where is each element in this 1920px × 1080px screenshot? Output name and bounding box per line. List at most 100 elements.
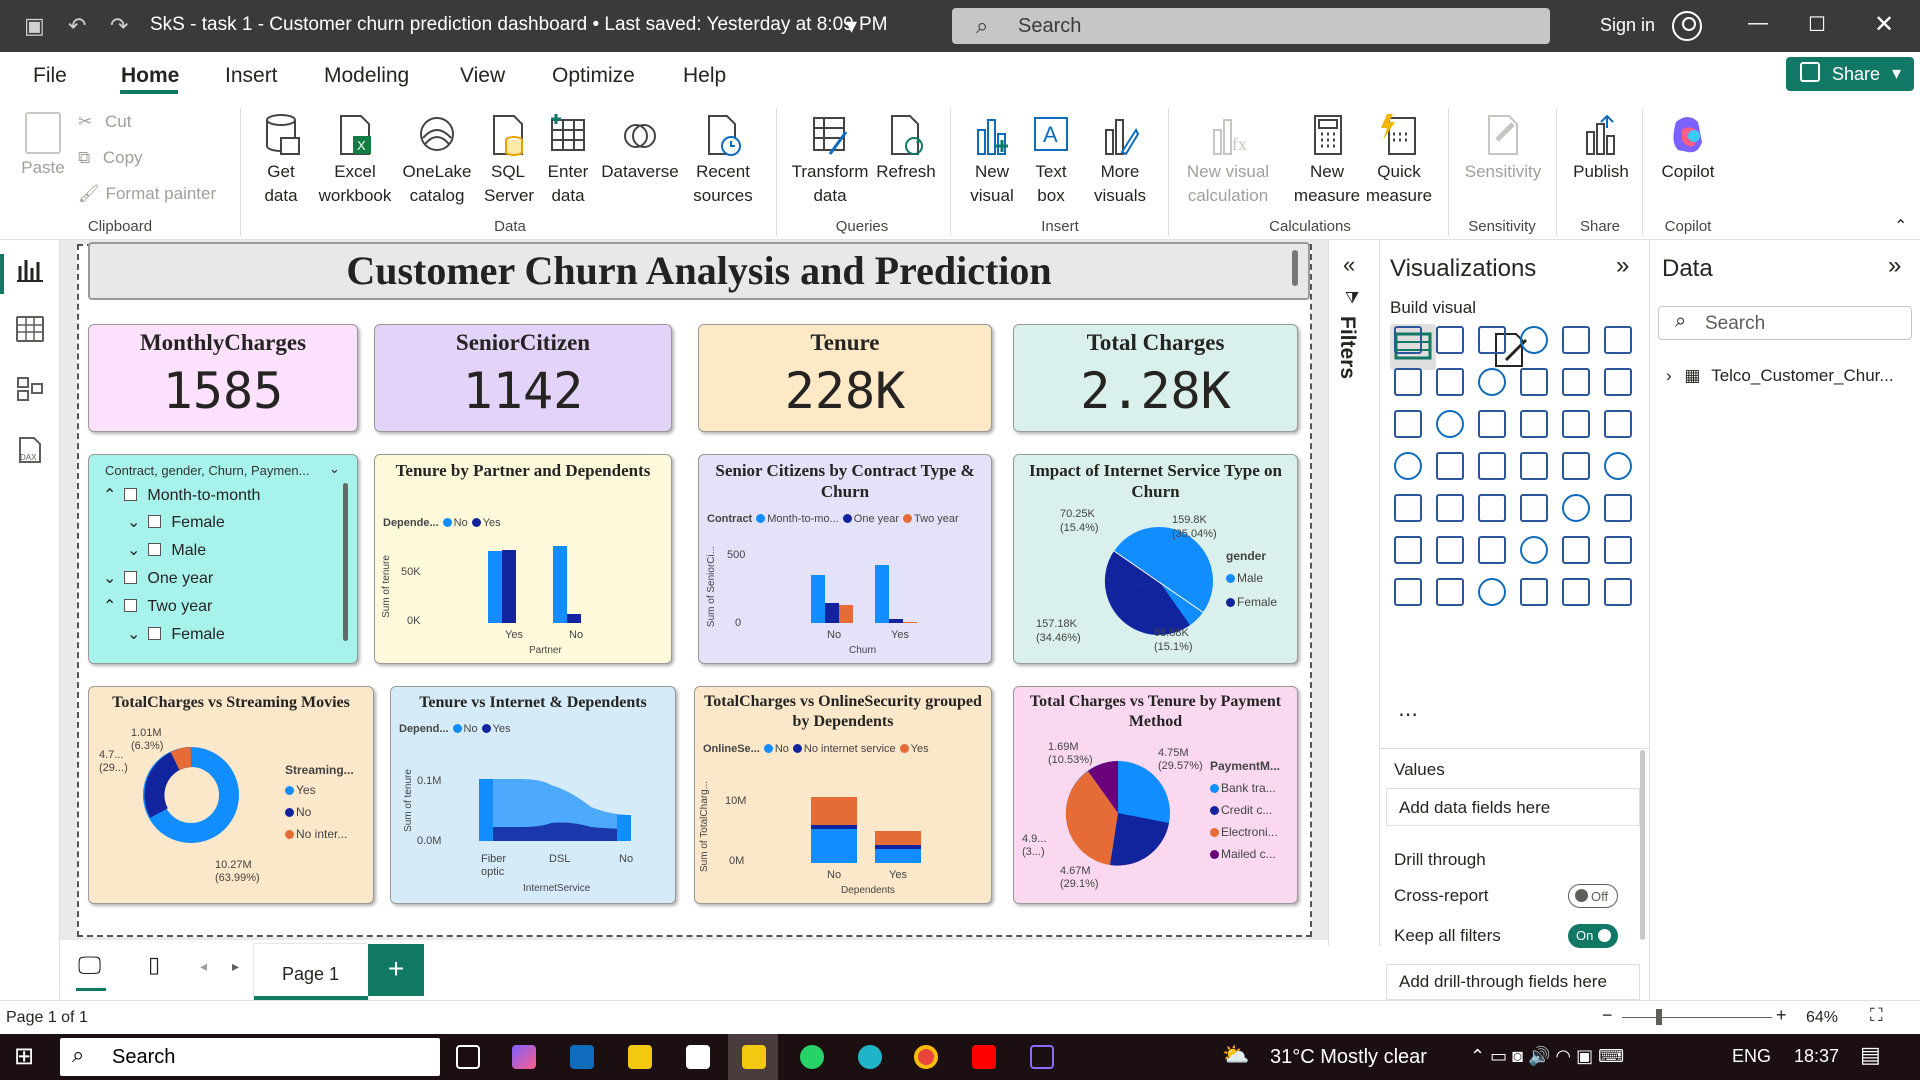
language-indicator[interactable]: ENG [1732,1046,1771,1067]
visual-type-icon[interactable] [1394,578,1422,606]
bar-yes-yes[interactable] [502,550,516,623]
visual-type-icon[interactable] [1562,494,1590,522]
sign-in-link[interactable]: Sign in [1600,15,1655,36]
system-tray-icons[interactable]: ⌃ ▭ ◙ 🔊 ◠ ▣ ⌨ [1470,1046,1624,1067]
slicer-item[interactable]: ⌄ One year [103,568,213,588]
title-scrollbar[interactable] [1292,250,1298,286]
visual-type-icon[interactable] [1520,368,1548,396]
bar-no-no[interactable] [811,829,857,863]
copilot-button[interactable]: Copilot [1652,112,1724,184]
visual-type-icon[interactable] [1604,494,1632,522]
tab-page-1[interactable]: Page 1 [254,944,368,1000]
slicer-item[interactable]: ⌄ Female [127,512,225,532]
weather-text[interactable]: 31°C Mostly clear [1270,1046,1427,1069]
visual-type-icon[interactable] [1562,578,1590,606]
publish-button[interactable]: Publish [1568,112,1634,184]
avatar-icon[interactable] [1672,11,1702,41]
zoom-in-icon[interactable]: + [1776,1005,1787,1026]
visual-type-icon[interactable] [1478,494,1506,522]
visual-type-icon[interactable] [1562,368,1590,396]
bar-yes-mtm[interactable] [875,565,889,623]
table-view-icon[interactable] [16,316,44,342]
notifications-icon[interactable]: ▤ [1860,1042,1881,1068]
store-icon[interactable] [570,1045,594,1069]
app-icon[interactable] [1030,1045,1054,1069]
visual-type-icon[interactable] [1436,536,1464,564]
power-bi-icon[interactable] [742,1045,766,1069]
visual-type-icon[interactable] [1520,452,1548,480]
visual-type-icon[interactable] [1394,494,1422,522]
visual-type-icon[interactable] [1562,326,1590,354]
sensitivity-button[interactable]: Sensitivity [1458,112,1548,184]
maximize-icon[interactable]: ☐ [1808,12,1826,37]
visual-type-icon[interactable] [1520,494,1548,522]
visual-type-icon[interactable] [1436,368,1464,396]
visual-type-icon[interactable] [1520,536,1548,564]
checkbox[interactable] [124,599,138,612]
cross-report-toggle[interactable]: Off [1568,884,1618,908]
quick-measure-button[interactable]: Quick measure [1362,112,1436,208]
minimize-icon[interactable]: — [1748,12,1768,35]
task-view-icon[interactable] [456,1045,480,1069]
visual-type-icon[interactable] [1604,410,1632,438]
new-measure-button[interactable]: New measure [1290,112,1364,208]
clock[interactable]: 18:37 [1794,1046,1839,1067]
collapse-icon[interactable]: ⌃ [103,598,116,615]
visual-type-icon[interactable] [1478,536,1506,564]
enter-data-button[interactable]: Enter data [542,112,594,208]
visual-type-icon[interactable] [1604,578,1632,606]
visual-type-icon[interactable] [1394,368,1422,396]
chevron-down-icon[interactable]: ▾ [846,13,857,39]
visual-type-icon[interactable] [1562,536,1590,564]
chevron-right-icon[interactable]: › [1666,366,1672,385]
dataverse-button[interactable]: Dataverse [600,112,680,184]
table-item[interactable]: › ▦ Telco_Customer_Chur... [1666,366,1894,386]
menu-view[interactable]: View [460,64,505,88]
keep-filters-toggle[interactable]: On [1568,924,1618,948]
fit-to-page-icon[interactable]: ⛶ [1870,1005,1883,1026]
model-view-icon[interactable] [16,376,44,402]
visual-type-icon[interactable] [1436,410,1464,438]
prev-page-icon[interactable]: ◂ [200,958,207,975]
windows-start-icon[interactable]: ⊞ [14,1042,34,1071]
chrome-icon[interactable] [914,1045,938,1069]
drill-through-well[interactable]: Add drill-through fields here [1386,964,1640,1000]
visual-type-icon[interactable] [1436,452,1464,480]
chart-online-security[interactable]: TotalCharges vs OnlineSecurity grouped b… [694,686,992,904]
checkbox[interactable] [148,515,162,528]
visual-type-icon[interactable] [1478,452,1506,480]
share-button[interactable]: Share ▾ [1786,57,1914,91]
menu-home[interactable]: Home [121,64,179,88]
slicer-scrollbar[interactable] [343,483,348,641]
checkbox[interactable] [148,543,162,556]
slicer-item[interactable]: ⌃ Two year [103,596,212,616]
visual-type-icon[interactable] [1562,452,1590,480]
visual-type-icon[interactable] [1520,578,1548,606]
close-icon[interactable]: ✕ [1874,10,1894,39]
copilot-icon[interactable] [512,1045,536,1069]
chart-payment-pie[interactable]: Total Charges vs Tenure by Payment Metho… [1013,686,1298,904]
refresh-button[interactable]: Refresh [874,112,938,184]
expand-icon[interactable]: ⌄ [127,542,140,559]
visual-type-icon[interactable] [1562,410,1590,438]
kpi-card-senior-citizen[interactable]: SeniorCitizen 1142 [374,324,672,432]
visual-type-icon[interactable] [1478,368,1506,396]
expand-filters-icon[interactable]: « [1343,252,1355,278]
recent-sources-button[interactable]: Recent sources [690,112,756,208]
desktop-layout-icon[interactable]: 🖵 [78,952,101,980]
taskbar-search[interactable]: ⌕ Search [60,1038,440,1076]
chart-tenure-partner[interactable]: Tenure by Partner and Dependents Depende… [374,454,672,664]
bar-yes-nointernet[interactable] [875,845,921,849]
visual-type-icon[interactable] [1394,410,1422,438]
visual-type-icon[interactable] [1520,326,1548,354]
search-box[interactable]: ⌕ Search [952,8,1550,44]
bar-yes-no[interactable] [875,849,921,863]
excel-workbook-button[interactable]: X Excel workbook [313,112,397,208]
undo-icon[interactable]: ↶ [68,13,86,39]
chart-internet-pie[interactable]: Impact of Internet Service Type on Churn… [1013,454,1298,664]
visual-type-icon[interactable] [1394,452,1422,480]
transform-data-button[interactable]: Transform data [790,112,870,208]
report-view-icon[interactable] [16,256,44,282]
zoom-slider-thumb[interactable] [1656,1009,1662,1025]
menu-help[interactable]: Help [683,64,726,88]
